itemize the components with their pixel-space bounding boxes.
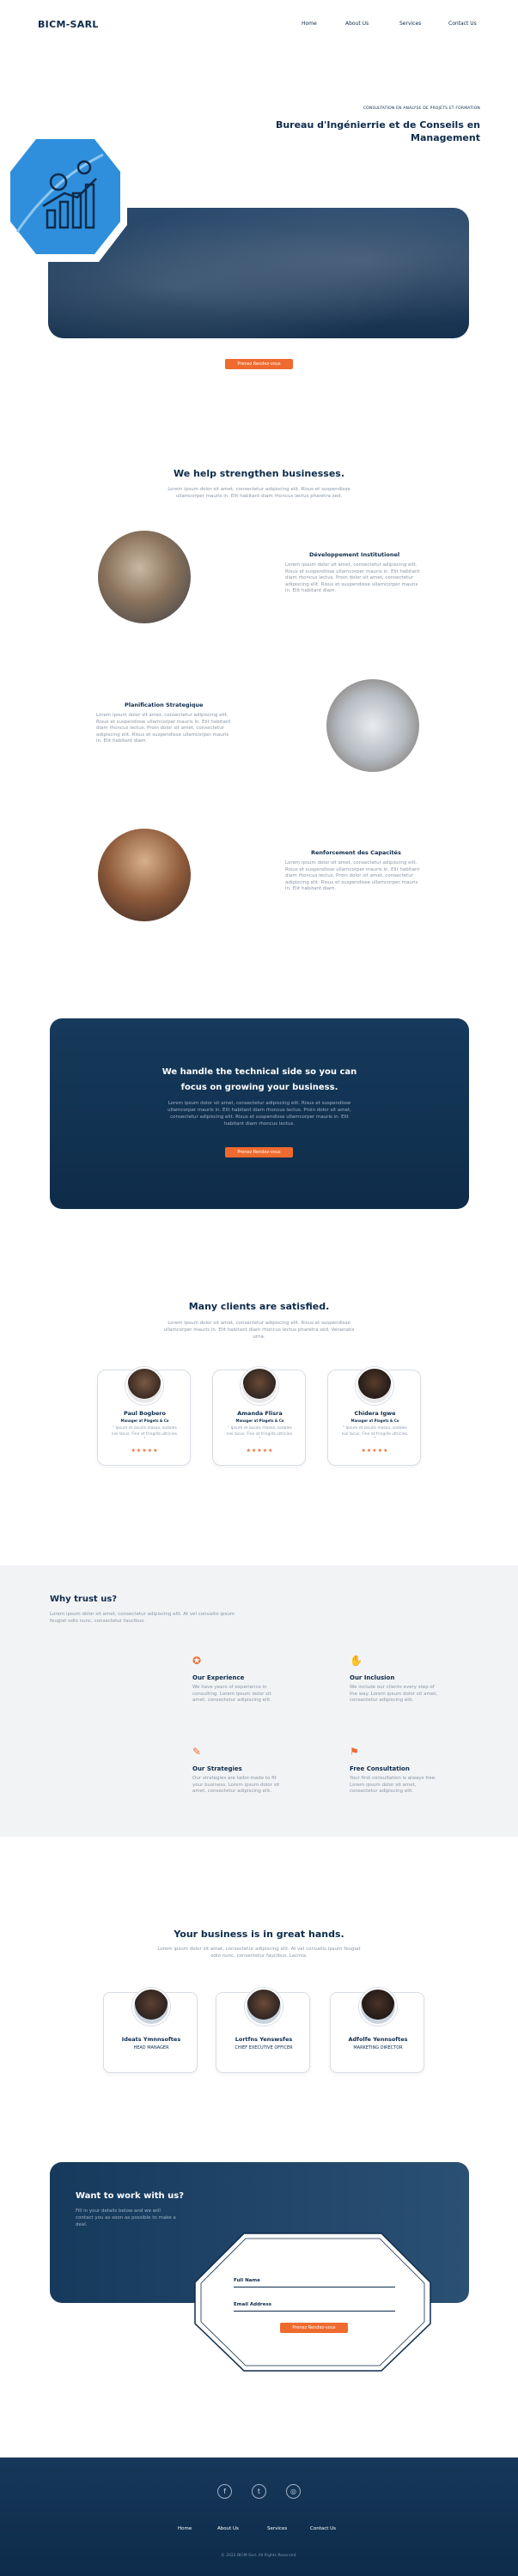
service-text-2: Lorem ipsum dolor sit amet, consectetur … <box>96 713 231 744</box>
team-member-name: Lortfns Yenswsfes <box>235 2036 293 2043</box>
testimonials-subtitle: Lorem ipsum dolor sit amet, consectetur … <box>163 1321 355 1340</box>
footer-nav-contact[interactable]: Contact Us <box>310 2526 336 2531</box>
contact-form-panel <box>194 2233 431 2372</box>
nav-contact[interactable]: Contact Us <box>448 21 477 27</box>
team-card: Lortfns Yenswsfes CHIEF EXECUTIVE OFFICE… <box>216 1988 310 2073</box>
hero-cta-button[interactable]: Prenez Rendez-vous <box>225 359 293 369</box>
service-title-1: Développement Institutionel <box>309 551 400 558</box>
team-card: Ideats Ymnnsoftes HEAD MANAGER <box>103 1988 198 2073</box>
star-rating-icon: ★★★★★ <box>131 1448 159 1454</box>
nav-about[interactable]: About Us <box>345 21 369 27</box>
team-title: Your business is in great hands. <box>174 1929 344 1940</box>
nav-home[interactable]: Home <box>302 21 317 27</box>
feature-text: We include our clients every step of the… <box>350 1685 438 1703</box>
team-member-name: Adfolfe Yennsoftes <box>348 2036 408 2043</box>
testimonial-card: Amanda Flisra Manager at Piagets & Co " … <box>212 1367 306 1466</box>
feature-text: Your first consultation is always free. … <box>350 1776 436 1794</box>
testimonial-card: Chidera Igwe Manager at Piagets & Co " I… <box>327 1367 421 1466</box>
team-subtitle: Lorem ipsum dolor sit amet, consectetur … <box>157 1947 361 1959</box>
avatar <box>125 1367 163 1405</box>
testimonial-role: Manager at Piagets & Co <box>120 1419 169 1423</box>
testimonial-name: Paul Bogbero <box>124 1410 166 1417</box>
site-footer <box>0 2458 518 2576</box>
facebook-icon[interactable]: f <box>217 2484 232 2499</box>
nav-services[interactable]: Services <box>399 21 421 27</box>
cta-button[interactable]: Prenez Rendez-vous <box>225 1147 293 1157</box>
hero-title: Bureau d'Ingénierrie et de Conseils en M… <box>275 119 480 143</box>
team-card: Adfolfe Yennsoftes MARKETING DIRECTOR <box>330 1988 424 2073</box>
service-title-3: Renforcement des Capacités <box>311 849 401 856</box>
strengthen-title: We help strengthen businesses. <box>174 468 344 479</box>
team-member-role: HEAD MANAGER <box>133 2045 169 2050</box>
service-title-2: Planification Strategique <box>125 702 204 708</box>
footer-nav-services[interactable]: Services <box>267 2526 287 2531</box>
medal-icon: ✪ <box>192 1655 202 1667</box>
testimonial-quote: " Ipsum et iaculis massa, sodales nisi l… <box>226 1426 294 1442</box>
service-text-1: Lorem ipsum dolor sit amet, consectetur … <box>285 562 420 593</box>
star-rating-icon: ★★★★★ <box>246 1448 274 1454</box>
feature-text: Our strategies are tailor-made to fit yo… <box>192 1776 280 1794</box>
feature-title: Our Inclusion <box>350 1674 395 1681</box>
footer-nav-about[interactable]: About Us <box>217 2526 239 2531</box>
footer-nav-home[interactable]: Home <box>178 2526 192 2531</box>
team-member-role: MARKETING DIRECTOR <box>353 2045 403 2050</box>
testimonial-name: Amanda Flisra <box>237 1410 283 1417</box>
instagram-icon[interactable]: ◎ <box>286 2484 301 2499</box>
testimonial-role: Manager at Piagets & Co <box>235 1419 284 1423</box>
testimonials-title: Many clients are satisfied. <box>188 1301 330 1312</box>
service-text-3: Lorem ipsum dolor sit amet, consectetur … <box>285 860 420 891</box>
service-image-3 <box>98 829 191 921</box>
avatar <box>356 1367 393 1405</box>
testimonial-card: Paul Bogbero Manager at Piagets & Co " I… <box>97 1367 191 1466</box>
avatar <box>359 1988 397 2026</box>
team-member-name: Ideats Ymnnsoftes <box>121 2036 181 2043</box>
feature-text: We have years of experience in consultin… <box>192 1685 272 1703</box>
team-member-role: CHIEF EXECUTIVE OFFICER <box>235 2045 293 2050</box>
avatar <box>132 1988 170 2026</box>
contact-text: Fill in your details below and we will c… <box>76 2208 176 2227</box>
twitter-icon[interactable]: t <box>252 2484 266 2499</box>
strategy-icon: ✎ <box>192 1746 202 1758</box>
contact-title: Want to work with us? <box>76 2191 185 2201</box>
growth-badge-icon <box>4 133 127 262</box>
hands-icon: ✋ <box>350 1655 363 1667</box>
testimonial-quote: " Ipsum et iaculis massa, sodales nisi l… <box>111 1426 179 1442</box>
site-logo[interactable]: BICM-SARL <box>38 19 99 30</box>
why-subtitle: Lorem ipsum dolor sit amet, consectetur … <box>50 1612 235 1624</box>
email-field[interactable] <box>234 2311 395 2312</box>
cta-title: We handle the technical side so you can … <box>161 1067 357 1092</box>
hero-eyebrow: CONSULTATION EN ANALYSE DE PROJETS ET FO… <box>363 106 480 111</box>
testimonial-role: Manager at Piagets & Co <box>350 1419 399 1423</box>
feature-title: Our Strategies <box>192 1765 242 1772</box>
handshake-icon: ⚑ <box>350 1746 359 1758</box>
copyright-text: © 2022 BICM-Sarl. All Rights Reserved. <box>221 2554 297 2558</box>
star-rating-icon: ★★★★★ <box>361 1448 389 1454</box>
feature-title: Free Consultation <box>350 1765 410 1772</box>
service-image-1 <box>98 531 191 623</box>
avatar <box>241 1367 278 1405</box>
email-label: Email Address <box>234 2302 272 2307</box>
why-title: Why trust us? <box>50 1595 118 1604</box>
service-image-2 <box>326 679 419 772</box>
strengthen-subtitle: Lorem ipsum dolor sit amet, consectetur … <box>168 487 350 499</box>
feature-title: Our Experience <box>192 1674 245 1681</box>
avatar <box>245 1988 283 2026</box>
contact-submit-button[interactable]: Prenez Rendez-vous <box>280 2323 348 2333</box>
cta-text: Lorem ipsum dolor sit amet, consectetur … <box>168 1101 351 1127</box>
full-name-label: Full Name <box>234 2278 260 2283</box>
testimonial-name: Chidera Igwe <box>354 1410 396 1417</box>
testimonial-quote: " Ipsum et iaculis massa, sodales nisi l… <box>341 1426 409 1442</box>
